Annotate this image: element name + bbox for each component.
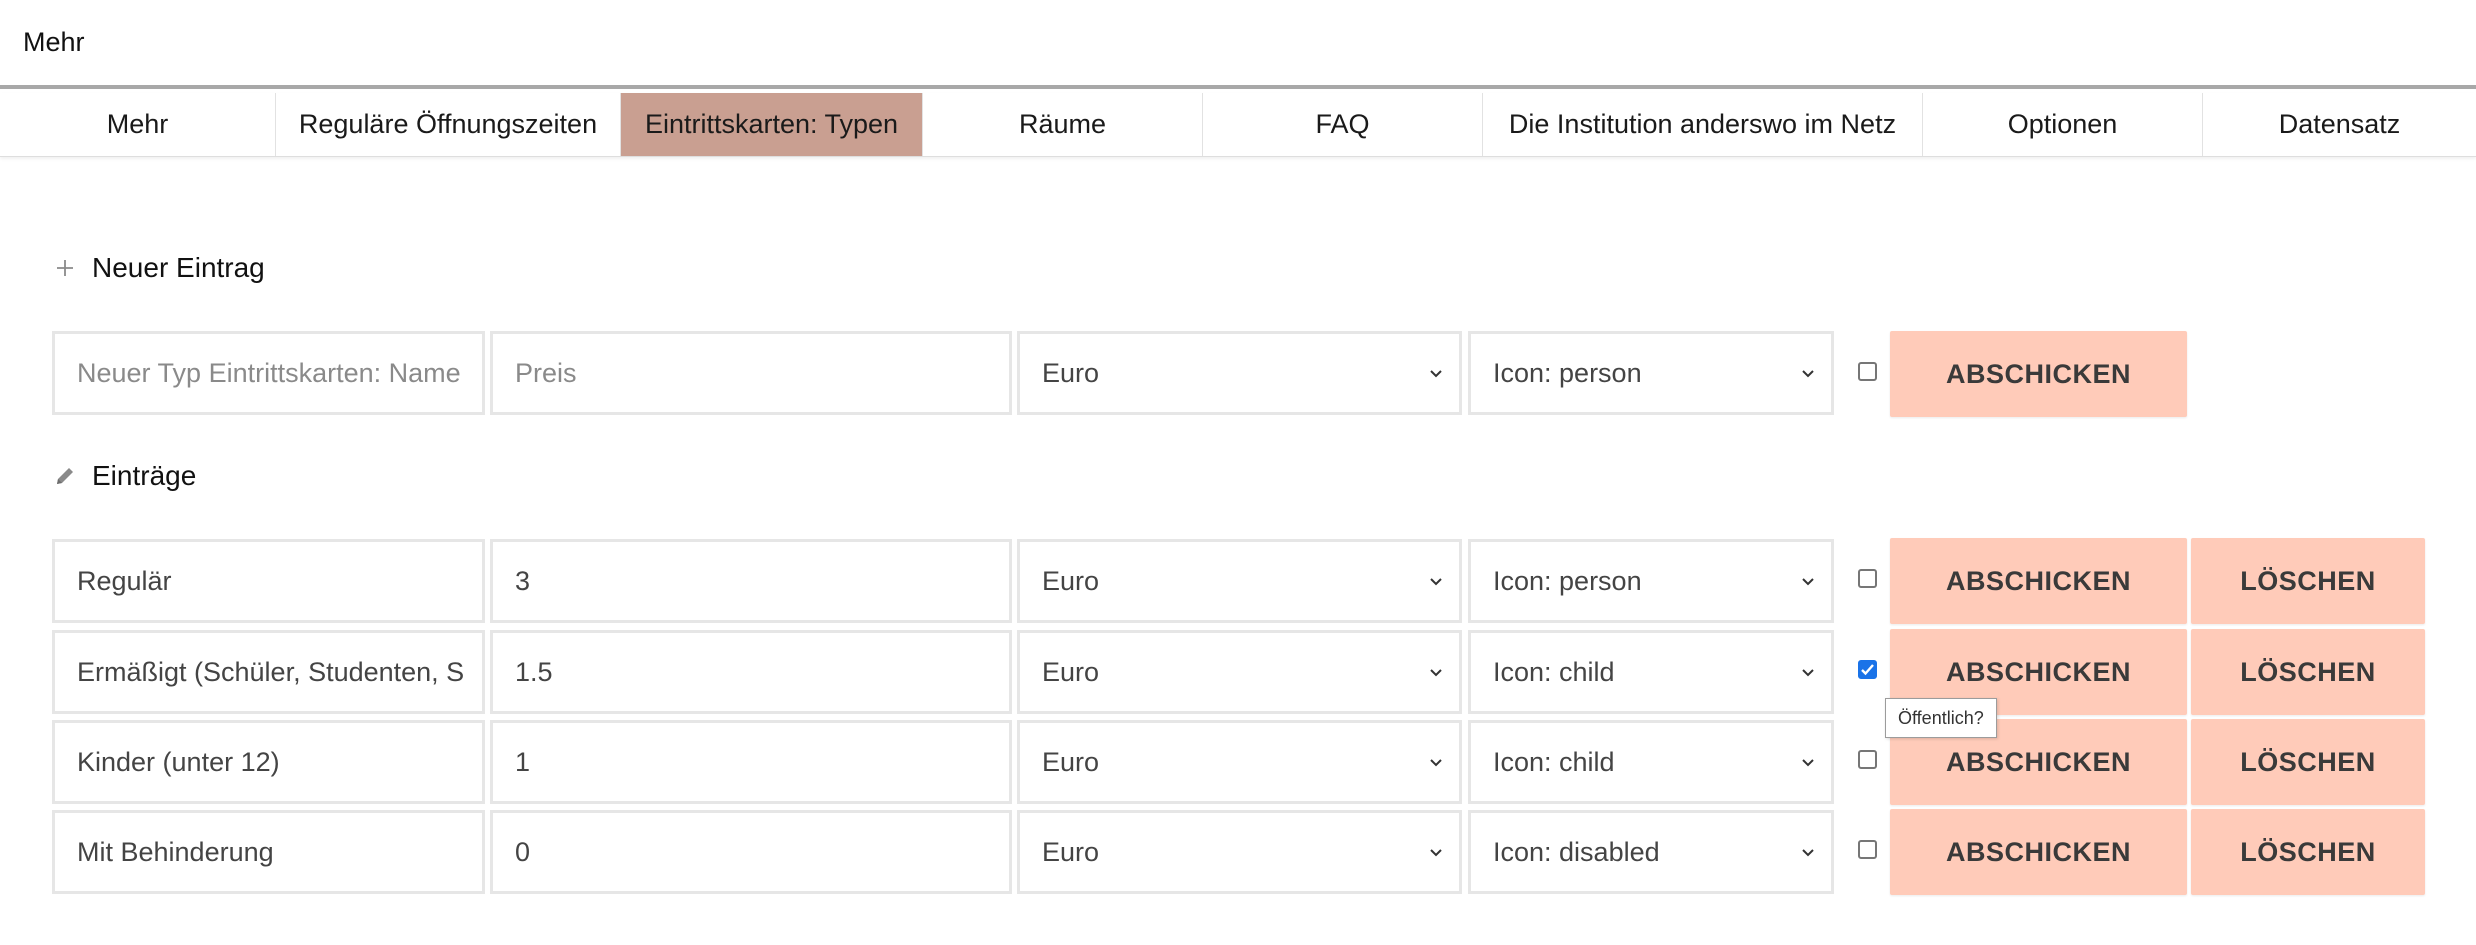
tab-bar: Mehr Reguläre Öffnungszeiten Eintrittska… [0, 93, 2476, 157]
entry-public-checkbox[interactable] [1858, 569, 1877, 588]
entry-price-field[interactable]: 0 [490, 810, 1012, 894]
public-tooltip: Öffentlich? [1885, 698, 1997, 738]
new-name-input[interactable] [77, 357, 482, 389]
entry-price-value: 1.5 [515, 656, 553, 687]
entry-name-field[interactable]: Ermäßigt (Schüler, Studenten, S [52, 630, 485, 714]
entry-price-value: 0 [515, 836, 531, 867]
tab-faq[interactable]: FAQ [1202, 93, 1482, 156]
entry-public-checkbox[interactable] [1858, 840, 1877, 859]
new-currency-value: Euro [1042, 357, 1100, 388]
entry-currency-value: Euro [1042, 746, 1100, 777]
entry-currency-value: Euro [1042, 565, 1100, 596]
new-price-field[interactable] [490, 331, 1012, 415]
chevron-down-icon [1799, 572, 1817, 590]
entry-name-field[interactable]: Mit Behinderung [52, 810, 485, 894]
entry-currency-select[interactable]: Euro [1017, 810, 1462, 894]
pencil-icon [54, 465, 76, 487]
entry-icon-value: Icon: child [1493, 656, 1615, 687]
entry-name-value: Regulär [77, 565, 172, 596]
new-price-input[interactable] [515, 357, 1009, 389]
tab-rooms[interactable]: Räume [922, 93, 1202, 156]
new-submit-button[interactable]: ABSCHICKEN [1890, 331, 2187, 417]
plus-icon [54, 257, 76, 279]
page-title: Mehr [23, 27, 85, 57]
new-currency-select[interactable]: Euro [1017, 331, 1462, 415]
tab-dataset[interactable]: Datensatz [2202, 93, 2476, 156]
new-entry-heading[interactable]: Neuer Eintrag [54, 252, 265, 284]
entry-delete-button[interactable]: LÖSCHEN [2191, 719, 2425, 805]
chevron-down-icon [1427, 843, 1445, 861]
chevron-down-icon [1799, 843, 1817, 861]
tab-options[interactable]: Optionen [1922, 93, 2202, 156]
entry-public-checkbox[interactable] [1858, 750, 1877, 769]
entry-name-field[interactable]: Kinder (unter 12) [52, 720, 485, 804]
entry-icon-select[interactable]: Icon: disabled [1468, 810, 1834, 894]
chevron-down-icon [1427, 364, 1445, 382]
entry-icon-value: Icon: disabled [1493, 836, 1660, 867]
chevron-down-icon [1799, 663, 1817, 681]
entry-currency-select[interactable]: Euro [1017, 539, 1462, 623]
entry-price-field[interactable]: 3 [490, 539, 1012, 623]
entry-delete-button[interactable]: LÖSCHEN [2191, 629, 2425, 715]
tab-ticket-types[interactable]: Eintrittskarten: Typen [620, 93, 922, 156]
chevron-down-icon [1427, 572, 1445, 590]
entry-currency-select[interactable]: Euro [1017, 720, 1462, 804]
entry-currency-value: Euro [1042, 656, 1100, 687]
entries-label: Einträge [92, 460, 197, 491]
new-entry-label: Neuer Eintrag [92, 252, 265, 283]
entry-currency-select[interactable]: Euro [1017, 630, 1462, 714]
chevron-down-icon [1799, 364, 1817, 382]
entry-price-value: 1 [515, 746, 531, 777]
entry-delete-button[interactable]: LÖSCHEN [2191, 809, 2425, 895]
tab-institution-elsewhere[interactable]: Die Institution anderswo im Netz [1482, 93, 1922, 156]
chevron-down-icon [1427, 753, 1445, 771]
entry-price-field[interactable]: 1 [490, 720, 1012, 804]
entry-currency-value: Euro [1042, 836, 1100, 867]
entry-icon-select[interactable]: Icon: person [1468, 539, 1834, 623]
entry-price-value: 3 [515, 565, 531, 596]
entry-submit-button[interactable]: ABSCHICKEN [1890, 538, 2187, 624]
new-icon-value: Icon: person [1493, 357, 1642, 388]
new-name-field[interactable] [52, 331, 485, 415]
new-icon-select[interactable]: Icon: person [1468, 331, 1834, 415]
entry-name-value: Kinder (unter 12) [77, 746, 280, 777]
entry-name-value: Ermäßigt (Schüler, Studenten, S [77, 656, 465, 687]
entry-name-field[interactable]: Regulär [52, 539, 485, 623]
chevron-down-icon [1427, 663, 1445, 681]
entry-delete-button[interactable]: LÖSCHEN [2191, 538, 2425, 624]
chevron-down-icon [1799, 753, 1817, 771]
entry-price-field[interactable]: 1.5 [490, 630, 1012, 714]
entry-icon-value: Icon: person [1493, 565, 1642, 596]
entry-name-value: Mit Behinderung [77, 836, 274, 867]
tab-mehr[interactable]: Mehr [0, 93, 275, 156]
new-public-checkbox[interactable] [1858, 362, 1877, 381]
entry-icon-select[interactable]: Icon: child [1468, 630, 1834, 714]
entry-icon-value: Icon: child [1493, 746, 1615, 777]
entry-public-checkbox[interactable] [1858, 660, 1877, 679]
top-bar: Mehr [0, 0, 2476, 89]
tab-regular-hours[interactable]: Reguläre Öffnungszeiten [275, 93, 620, 156]
entry-submit-button[interactable]: ABSCHICKEN [1890, 809, 2187, 895]
entry-icon-select[interactable]: Icon: child [1468, 720, 1834, 804]
entries-heading: Einträge [54, 460, 196, 492]
